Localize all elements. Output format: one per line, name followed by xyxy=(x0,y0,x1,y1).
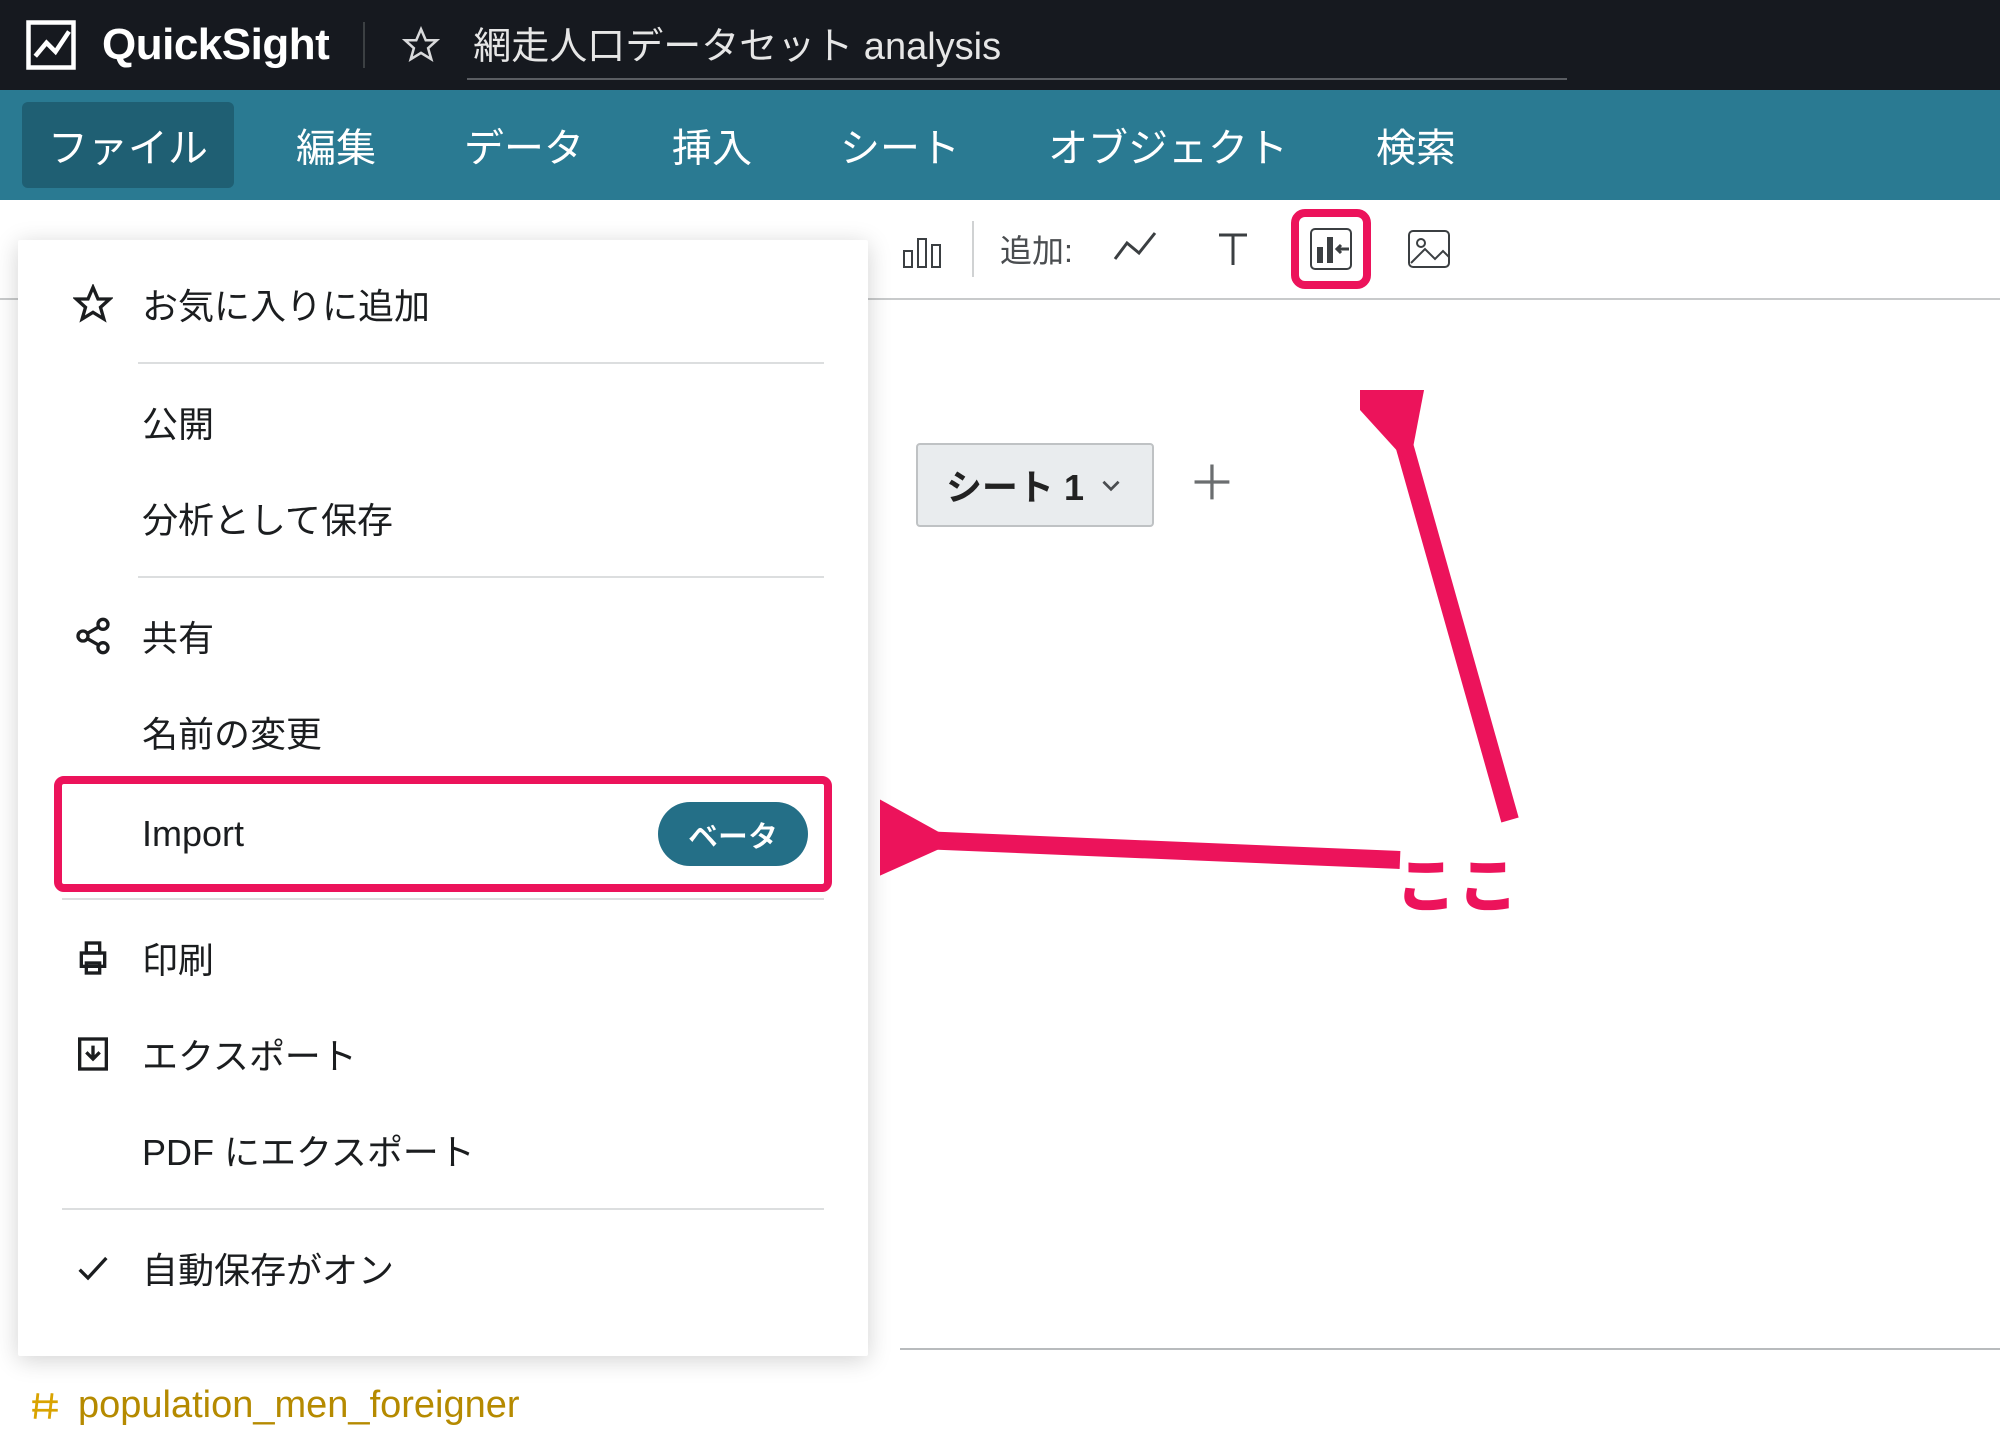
app-name: QuickSight xyxy=(102,20,329,70)
beta-badge: ベータ xyxy=(658,802,808,866)
hash-icon xyxy=(28,1389,62,1423)
favorite-star-button[interactable] xyxy=(399,23,443,67)
add-text-icon[interactable] xyxy=(1193,209,1273,289)
file-menu-export-pdf[interactable]: PDF にエクスポート xyxy=(62,1102,824,1198)
annotation-label: ここ xyxy=(1396,838,1520,925)
file-menu-share[interactable]: 共有 xyxy=(62,588,824,684)
file-menu-export[interactable]: エクスポート xyxy=(62,1006,824,1102)
menu-data[interactable]: データ xyxy=(438,102,610,188)
menu-insert[interactable]: 挿入 xyxy=(646,102,778,188)
star-icon xyxy=(70,281,116,327)
add-line-chart-icon[interactable] xyxy=(1095,209,1175,289)
menu-separator xyxy=(62,1208,824,1210)
toolbar-separator xyxy=(972,221,974,277)
file-menu-import[interactable]: Import ベータ xyxy=(54,776,832,892)
file-menu-item-label: 印刷 xyxy=(142,932,214,984)
file-menu-print[interactable]: 印刷 xyxy=(62,910,824,1006)
file-menu-save-as[interactable]: 分析として保存 xyxy=(62,470,824,566)
menu-separator xyxy=(138,576,824,578)
analysis-title-input[interactable]: 網走人口データセット analysis xyxy=(467,11,1567,80)
menu-separator xyxy=(62,898,824,900)
file-menu-item-label: PDF にエクスポート xyxy=(142,1124,475,1176)
file-menu-item-label: エクスポート xyxy=(142,1028,357,1080)
menu-file[interactable]: ファイル xyxy=(22,102,234,188)
main-menubar: ファイル 編集 データ 挿入 シート オブジェクト 検索 xyxy=(0,90,2000,200)
sheet-tab-row: シート 1 ＋ xyxy=(916,443,1250,527)
file-menu-item-label: 公開 xyxy=(142,396,214,448)
annotation-arrow-up xyxy=(1360,390,1580,850)
file-menu-item-label: 自動保存がオン xyxy=(142,1242,394,1294)
topbar-divider xyxy=(363,22,365,68)
file-menu-autosave[interactable]: 自動保存がオン xyxy=(62,1220,824,1316)
sheet-tab-label: シート 1 xyxy=(946,459,1084,511)
print-icon xyxy=(70,935,116,981)
canvas-divider xyxy=(900,1348,2000,1350)
menu-edit[interactable]: 編集 xyxy=(270,102,402,188)
chart-type-icon[interactable] xyxy=(890,209,946,289)
add-sheet-button[interactable]: ＋ xyxy=(1174,455,1250,515)
chevron-down-icon xyxy=(1098,472,1124,498)
sheet-tab-1[interactable]: シート 1 xyxy=(916,443,1154,527)
file-menu-item-label: 分析として保存 xyxy=(142,492,393,544)
file-menu-rename[interactable]: 名前の変更 xyxy=(62,684,824,780)
menu-separator xyxy=(138,362,824,364)
menu-sheet[interactable]: シート xyxy=(814,102,986,188)
export-icon xyxy=(70,1031,116,1077)
file-menu-dropdown: お気に入りに追加 公開 分析として保存 共有 名前の変更 Import ベータ … xyxy=(18,240,868,1356)
file-menu-publish[interactable]: 公開 xyxy=(62,374,824,470)
file-menu-item-label: 名前の変更 xyxy=(142,706,322,758)
field-item-fragment: population_men_foreigner xyxy=(28,1384,520,1427)
add-image-icon[interactable] xyxy=(1389,209,1469,289)
annotation-arrow-left xyxy=(880,780,1440,910)
menu-object[interactable]: オブジェクト xyxy=(1022,102,1314,188)
check-icon xyxy=(70,1245,116,1291)
quicksight-logo-icon xyxy=(24,18,78,72)
file-menu-add-favorite[interactable]: お気に入りに追加 xyxy=(62,256,824,352)
toolbar-add-label: 追加: xyxy=(1000,226,1073,272)
file-menu-item-label: Import xyxy=(142,813,244,855)
file-menu-item-label: 共有 xyxy=(142,610,214,662)
share-icon xyxy=(70,613,116,659)
file-menu-item-label: お気に入りに追加 xyxy=(142,278,430,330)
app-topbar: QuickSight 網走人口データセット analysis xyxy=(0,0,2000,90)
add-insight-button[interactable] xyxy=(1291,209,1371,289)
menu-search[interactable]: 検索 xyxy=(1350,102,1482,188)
field-name: population_men_foreigner xyxy=(78,1384,520,1427)
